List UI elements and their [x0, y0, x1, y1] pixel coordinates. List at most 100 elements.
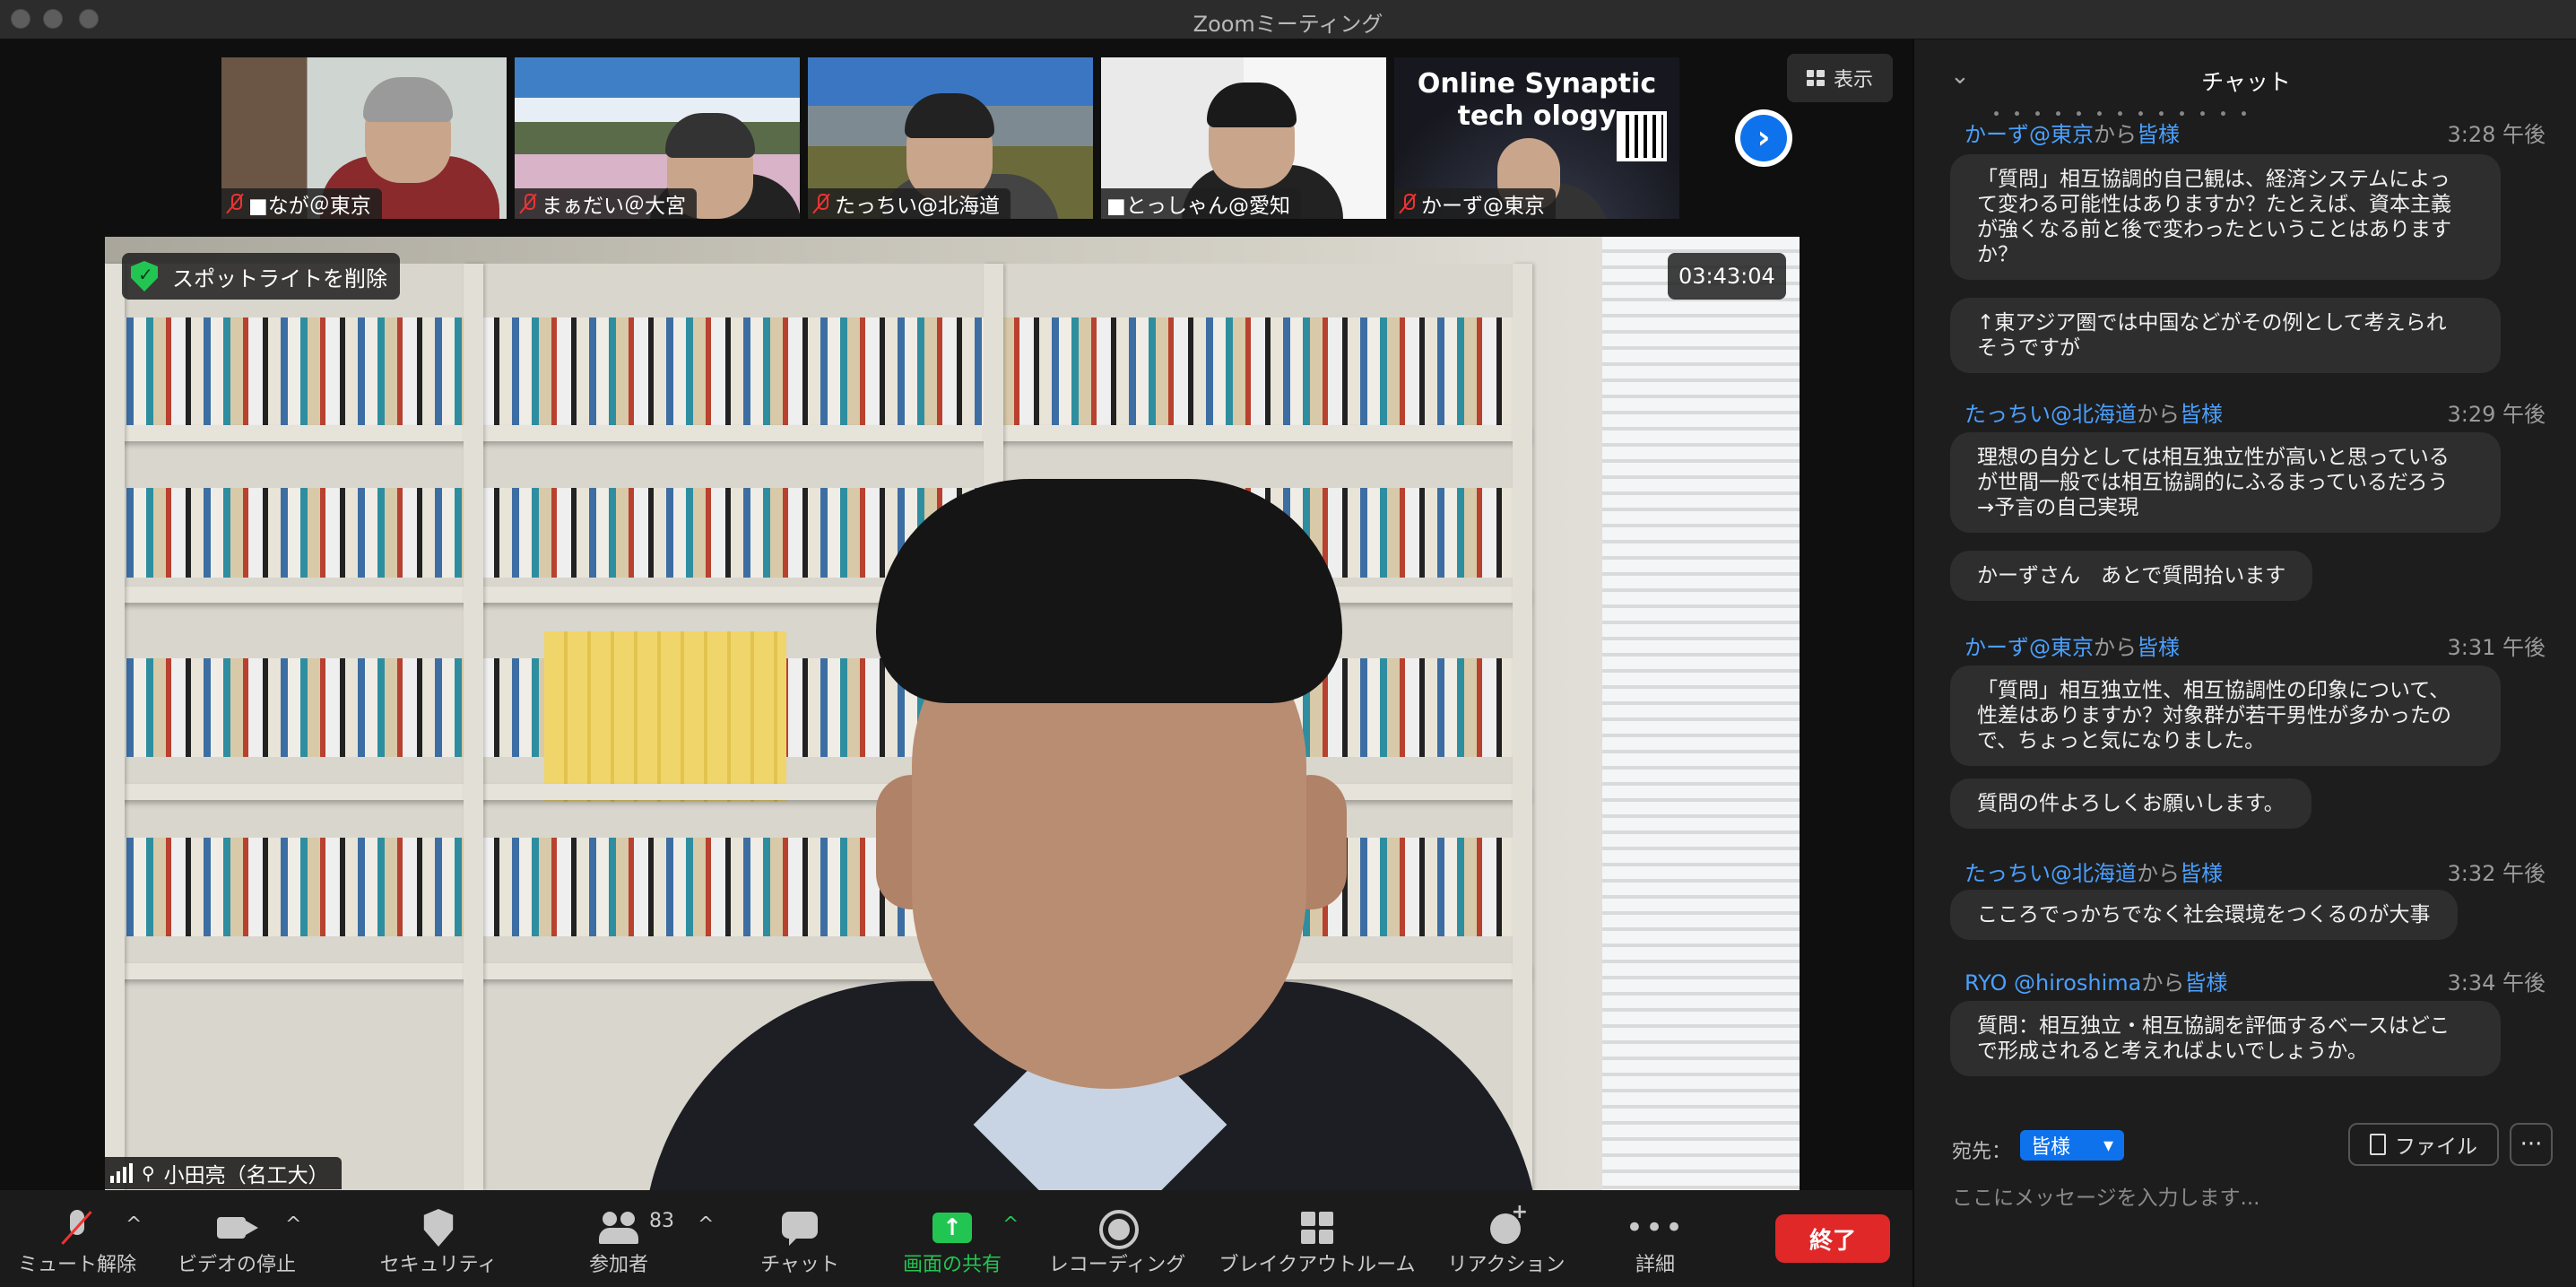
chat-bubble: 「質問」相互協調的自己観は、経済システムによっ て変わる可能性はありますか？たと…: [1950, 154, 2501, 280]
participant-thumbnail[interactable]: まぁだい＠大宮: [515, 57, 800, 219]
shelf-board: [105, 425, 1531, 441]
more-button[interactable]: ••• 詳細: [1619, 1197, 1691, 1278]
chat-bubble: こころでっかちでなく社会環境をつくるのが大事: [1950, 890, 2458, 940]
window-blinds: [1602, 237, 1800, 1190]
microphone-muted-icon: [57, 1208, 97, 1248]
qr-code-image: [1617, 111, 1667, 161]
chat-button[interactable]: チャット: [755, 1197, 845, 1278]
chat-compose: 宛先： 皆様 ▾ ファイル ···: [1914, 1116, 2576, 1287]
chevron-right-icon: ›: [1740, 115, 1787, 161]
mic-muted-icon: [520, 193, 536, 214]
sender-name[interactable]: RYO @hiroshima: [1965, 970, 2141, 996]
breakout-rooms-button[interactable]: ブレイクアウトルーム: [1214, 1197, 1420, 1278]
recipient-name: 皆様: [2180, 860, 2223, 886]
book-row: [114, 317, 1522, 425]
share-arrow-icon: ↑: [932, 1213, 972, 1243]
participants-options-caret[interactable]: ^: [698, 1213, 714, 1236]
thumbnail-name: ■とっしゃん@愛知: [1106, 195, 1291, 218]
recipient-name: 皆様: [2137, 121, 2180, 147]
emoji-add-icon: [1487, 1201, 1528, 1248]
thumbnail-name-tag: かーず@東京: [1394, 188, 1556, 219]
meeting-toolbar: ミュート解除 ^ ビデオの停止 ^ セキュリティ 参加者 83 ^ チャット ↑…: [0, 1190, 1912, 1287]
message-time: 3:32 午後: [2447, 860, 2546, 886]
recipient-name: 皆様: [2180, 401, 2223, 427]
message-header: かーず@東京から皆様 3:31 午後: [1965, 630, 2546, 660]
chat-bubble: かーずさん あとで質問拾います: [1950, 551, 2313, 601]
reactions-button[interactable]: リアクション: [1444, 1197, 1569, 1278]
message-time: 3:29 午後: [2447, 401, 2546, 427]
mic-muted-icon: [227, 193, 243, 214]
thumbnail-name: まぁだい＠大宮: [542, 195, 686, 218]
view-button[interactable]: 表示: [1787, 54, 1893, 102]
mic-muted-icon: [1400, 193, 1416, 214]
mic-muted-icon: [813, 193, 829, 214]
participant-thumbnail[interactable]: ■なが＠東京: [221, 57, 507, 219]
participants-icon: [599, 1208, 638, 1248]
chat-panel: ⌄ チャット ・・・・・・・・・・・・・ かーず@東京から皆様 3:28 午後 …: [1912, 39, 2576, 1287]
thumbnail-name-tag: ■なが＠東京: [221, 188, 382, 219]
chat-more-button[interactable]: ···: [2510, 1123, 2553, 1166]
message-input[interactable]: [1952, 1178, 2544, 1218]
shelf-post: [105, 264, 125, 1190]
recipient-name: 皆様: [2137, 634, 2180, 660]
sender-name[interactable]: たっちい@北海道: [1965, 861, 2137, 886]
thumbnail-name: ■なが＠東京: [248, 195, 371, 218]
end-meeting-button[interactable]: 終了: [1775, 1214, 1890, 1263]
share-screen-button[interactable]: ↑ 画面の共有: [897, 1197, 1008, 1278]
zoom-window: Zoomミーティング ■なが＠東京 まぁだい＠大宮 たっちい@北海道 ■とっしゃ…: [0, 0, 2576, 1287]
file-button[interactable]: ファイル: [2348, 1123, 2499, 1166]
chat-bubble: 質問：相互独立・相互協調を評価するベースはどこ で形成されると考えればよいでしょ…: [1950, 1001, 2501, 1076]
breakout-grid-icon: [1301, 1212, 1333, 1244]
chat-messages[interactable]: ・・・・・・・・・・・・・ かーず@東京から皆様 3:28 午後 「質問」相互協…: [1914, 108, 2576, 1112]
participant-thumbnail[interactable]: ■とっしゃん@愛知: [1101, 57, 1386, 219]
participant-count: 83: [649, 1210, 674, 1232]
chat-title: チャット: [2201, 69, 2291, 95]
message-time: 3:34 午後: [2447, 970, 2546, 996]
video-options-caret[interactable]: ^: [285, 1213, 301, 1236]
audio-options-caret[interactable]: ^: [126, 1213, 142, 1236]
sender-name[interactable]: かーず@東京: [1965, 122, 2094, 147]
chat-bubble: 質問の件よろしくお願いします。: [1950, 778, 2311, 829]
grid-view-icon: [1806, 70, 1825, 86]
chat-bubble-icon: [780, 1208, 820, 1248]
participant-thumbnail[interactable]: Online Synaptic tech ology かーず@東京: [1394, 57, 1679, 219]
window-title: Zoomミーティング: [1193, 12, 1383, 37]
stop-video-button[interactable]: ビデオの停止: [174, 1197, 299, 1278]
caret-down-icon: ▾: [2103, 1134, 2113, 1157]
recipient-select[interactable]: 皆様 ▾: [2020, 1130, 2124, 1161]
participant-thumbnail[interactable]: たっちい@北海道: [808, 57, 1093, 219]
unmute-button[interactable]: ミュート解除: [14, 1197, 140, 1278]
more-dots-icon: •••: [1625, 1210, 1686, 1246]
message-time: 3:28 午後: [2447, 121, 2546, 147]
speaker-figure: [607, 479, 1557, 1190]
chat-bubble: 「質問」相互独立性、相互協調性の印象について、 性差はありますか？対象群が若干男…: [1950, 665, 2501, 766]
thumbnail-name: かーず@東京: [1421, 195, 1545, 218]
spotlight-video[interactable]: [105, 237, 1800, 1190]
speaker-name-tag: ⚲ 小田亮（名工大）: [105, 1157, 342, 1189]
thumbnail-name: たっちい@北海道: [835, 195, 1000, 218]
recipient-label: 宛先：: [1952, 1141, 2012, 1163]
pin-icon: ⚲: [142, 1162, 155, 1184]
message-time: 3:31 午後: [2447, 634, 2546, 660]
security-button[interactable]: セキュリティ: [371, 1197, 506, 1278]
message-header: かーず@東京から皆様 3:28 午後: [1965, 117, 2546, 147]
chat-bubble: 理想の自分としては相互独立性が高いと思っている が世間一般では相互協調的にふるま…: [1950, 432, 2501, 533]
title-bar: Zoomミーティング: [0, 0, 2576, 39]
sender-name[interactable]: たっちい@北海道: [1965, 402, 2137, 427]
sender-name[interactable]: かーず@東京: [1965, 635, 2094, 660]
thumbnail-name-tag: ■とっしゃん@愛知: [1101, 188, 1302, 219]
thumbnail-name-tag: たっちい@北海道: [808, 188, 1010, 219]
shield-check-icon: [131, 261, 158, 291]
meeting-timer: 03:43:04: [1668, 253, 1786, 300]
shield-icon: [423, 1209, 454, 1247]
message-header: たっちい@北海道から皆様 3:32 午後: [1965, 856, 2546, 886]
remove-spotlight-button[interactable]: スポットライトを削除: [122, 253, 400, 300]
record-icon: [1097, 1208, 1139, 1249]
recipient-name: 皆様: [2184, 970, 2228, 996]
next-page-button[interactable]: ›: [1735, 109, 1792, 167]
recording-button[interactable]: レコーディング: [1045, 1197, 1189, 1278]
shelf-post: [464, 264, 483, 1190]
share-options-caret[interactable]: ^: [1002, 1213, 1019, 1236]
thumbnail-name-tag: まぁだい＠大宮: [515, 188, 697, 219]
speaker-hair: [876, 479, 1342, 703]
